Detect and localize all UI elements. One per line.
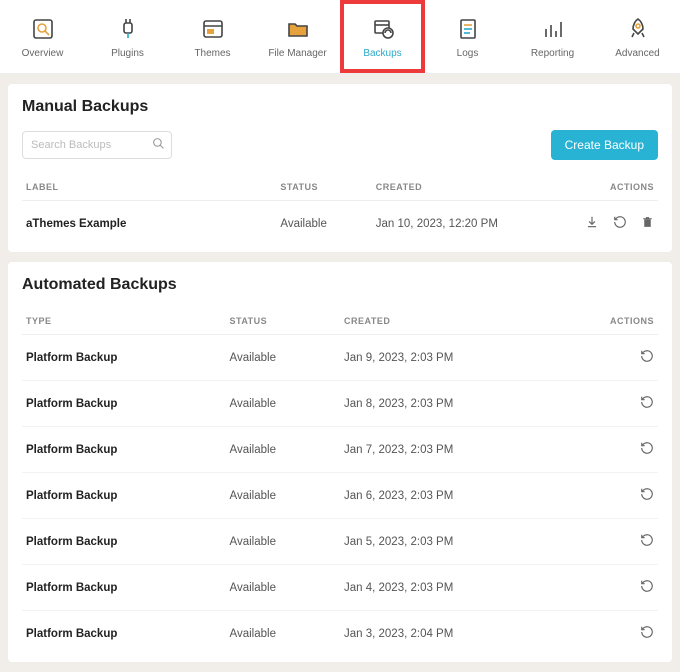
nav-label: Backups [363, 48, 401, 59]
nav-item-backups[interactable]: Backups [340, 0, 425, 73]
cell-type: Platform Backup [22, 565, 226, 611]
restore-icon[interactable] [640, 349, 654, 366]
cell-type: Platform Backup [22, 611, 226, 657]
table-row: Platform Backup Available Jan 3, 2023, 2… [22, 611, 658, 657]
cell-created: Jan 3, 2023, 2:04 PM [340, 611, 582, 657]
cell-label: aThemes Example [22, 201, 276, 247]
nav-item-reporting[interactable]: Reporting [510, 0, 595, 73]
cell-created: Jan 8, 2023, 2:03 PM [340, 381, 582, 427]
cell-actions [582, 519, 658, 565]
cell-status: Available [226, 565, 340, 611]
cell-actions [582, 611, 658, 657]
cell-type: Platform Backup [22, 519, 226, 565]
cell-created: Jan 6, 2023, 2:03 PM [340, 473, 582, 519]
cell-actions [582, 565, 658, 611]
col-created: CREATED [340, 308, 582, 335]
cell-actions [582, 473, 658, 519]
restore-icon[interactable] [640, 579, 654, 596]
cell-created: Jan 4, 2023, 2:03 PM [340, 565, 582, 611]
nav-label: File Manager [268, 48, 326, 59]
col-status: STATUS [276, 174, 371, 201]
search-icon [152, 137, 165, 153]
cell-actions [582, 427, 658, 473]
manual-backups-table: LABEL STATUS CREATED ACTIONS aThemes Exa… [22, 174, 658, 246]
cell-status: Available [226, 519, 340, 565]
nav-label: Plugins [111, 48, 144, 59]
nav-item-logs[interactable]: Logs [425, 0, 510, 73]
restore-icon[interactable] [640, 533, 654, 550]
cell-type: Platform Backup [22, 427, 226, 473]
col-actions: ACTIONS [582, 308, 658, 335]
nav-label: Logs [457, 48, 479, 59]
automated-backups-title: Automated Backups [22, 276, 658, 294]
create-backup-button[interactable]: Create Backup [551, 130, 658, 160]
cell-status: Available [226, 611, 340, 657]
nav-item-plugins[interactable]: Plugins [85, 0, 170, 73]
nav-item-file-manager[interactable]: File Manager [255, 0, 340, 73]
table-row: Platform Backup Available Jan 4, 2023, 2… [22, 565, 658, 611]
cell-status: Available [226, 473, 340, 519]
col-status: STATUS [226, 308, 340, 335]
nav-item-themes[interactable]: Themes [170, 0, 255, 73]
manual-backups-title: Manual Backups [22, 98, 658, 116]
cell-type: Platform Backup [22, 473, 226, 519]
automated-backups-table: TYPE STATUS CREATED ACTIONS Platform Bac… [22, 308, 658, 656]
table-row: Platform Backup Available Jan 6, 2023, 2… [22, 473, 658, 519]
top-nav: Overview Plugins Themes File Manager Bac… [0, 0, 680, 74]
cell-status: Available [226, 335, 340, 381]
cell-actions [582, 335, 658, 381]
table-row: aThemes Example Available Jan 10, 2023, … [22, 201, 658, 247]
table-row: Platform Backup Available Jan 7, 2023, 2… [22, 427, 658, 473]
cell-type: Platform Backup [22, 335, 226, 381]
table-row: Platform Backup Available Jan 8, 2023, 2… [22, 381, 658, 427]
nav-label: Advanced [615, 48, 659, 59]
cell-status: Available [226, 381, 340, 427]
manual-toolbar: Create Backup [22, 130, 658, 160]
plug-icon [115, 16, 141, 42]
manual-backups-panel: Manual Backups Create Backup LABEL STATU… [8, 84, 672, 252]
search-wrapper [22, 131, 172, 159]
cell-created: Jan 7, 2023, 2:03 PM [340, 427, 582, 473]
cell-actions [582, 381, 658, 427]
trash-icon[interactable] [641, 215, 654, 232]
backup-icon [370, 16, 396, 42]
window-icon [200, 16, 226, 42]
restore-icon[interactable] [640, 625, 654, 642]
bars-icon [540, 16, 566, 42]
nav-label: Overview [22, 48, 64, 59]
cell-created: Jan 5, 2023, 2:03 PM [340, 519, 582, 565]
restore-icon[interactable] [613, 215, 627, 232]
cell-type: Platform Backup [22, 381, 226, 427]
table-row: Platform Backup Available Jan 5, 2023, 2… [22, 519, 658, 565]
nav-label: Themes [194, 48, 230, 59]
rocket-icon [625, 16, 651, 42]
nav-item-overview[interactable]: Overview [0, 0, 85, 73]
restore-icon[interactable] [640, 487, 654, 504]
nav-item-advanced[interactable]: Advanced [595, 0, 680, 73]
table-row: Platform Backup Available Jan 9, 2023, 2… [22, 335, 658, 381]
restore-icon[interactable] [640, 395, 654, 412]
logs-icon [455, 16, 481, 42]
cell-actions [563, 201, 658, 247]
cell-status: Available [226, 427, 340, 473]
col-created: CREATED [372, 174, 563, 201]
overview-icon [30, 16, 56, 42]
nav-label: Reporting [531, 48, 574, 59]
automated-backups-panel: Automated Backups TYPE STATUS CREATED AC… [8, 262, 672, 662]
cell-created: Jan 9, 2023, 2:03 PM [340, 335, 582, 381]
col-label: LABEL [22, 174, 276, 201]
search-input[interactable] [22, 131, 172, 159]
col-actions: ACTIONS [563, 174, 658, 201]
restore-icon[interactable] [640, 441, 654, 458]
cell-status: Available [276, 201, 371, 247]
folder-icon [285, 16, 311, 42]
col-type: TYPE [22, 308, 226, 335]
cell-created: Jan 10, 2023, 12:20 PM [372, 201, 563, 247]
download-icon[interactable] [585, 215, 599, 232]
